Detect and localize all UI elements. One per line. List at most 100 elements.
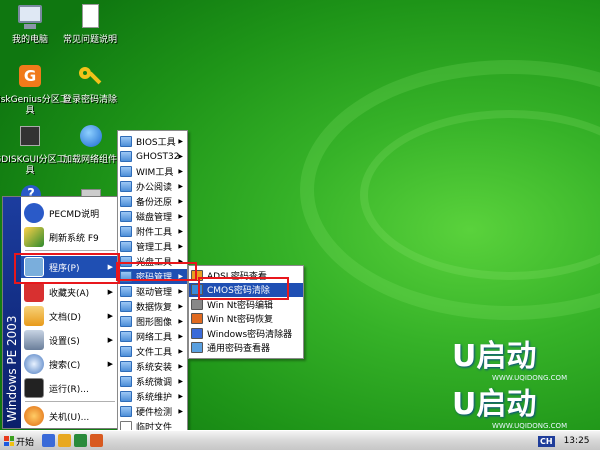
submenu-arrow-icon: ▶ — [178, 168, 183, 175]
folder-icon — [120, 181, 132, 192]
desktop-icon-login-password[interactable]: 登录密码清除 — [50, 63, 130, 106]
computer-icon — [15, 3, 45, 33]
start-menu-banner: Windows PE 2003 — [3, 197, 21, 428]
key-icon — [75, 63, 105, 93]
programs-item[interactable]: 办公阅读 ▶ — [118, 179, 187, 194]
submenu-arrow-icon: ▶ — [178, 378, 183, 385]
shutdown-icon — [24, 406, 44, 426]
app-icon — [191, 327, 203, 339]
folder-icon — [120, 376, 132, 387]
programs-item[interactable]: 磁盘管理 ▶ — [118, 209, 187, 224]
programs-item[interactable]: 附件工具 ▶ — [118, 224, 187, 239]
help-icon — [24, 203, 44, 223]
folder-icon — [120, 361, 132, 372]
start-menu: Windows PE 2003 PECMD说明 刷新系统 F9 程序(P) ▶ … — [2, 196, 119, 429]
programs-item[interactable]: 硬件检测 ▶ — [118, 404, 187, 419]
submenu-arrow-icon: ▶ — [178, 318, 183, 325]
submenu-arrow-icon: ▶ — [178, 288, 183, 295]
programs-submenu: BIOS工具 ▶ GHOST32 ▶ WIM工具 ▶ 办公阅读 ▶ 备份还原 ▶ 磁盘管理 ▶ 附件工具… — [117, 130, 188, 448]
quicklaunch-tool-icon[interactable] — [74, 434, 87, 447]
start-item-documents[interactable]: 文档(D) ▶ — [21, 305, 119, 327]
submenu-arrow-icon: ▶ — [178, 393, 183, 400]
brush-icon — [24, 227, 44, 247]
programs-item[interactable]: 备份还原 ▶ — [118, 194, 187, 209]
search-icon — [24, 354, 44, 374]
gdisk-icon — [15, 123, 45, 153]
run-icon — [24, 378, 44, 398]
programs-item[interactable]: 系统微调 ▶ — [118, 374, 187, 389]
password-tool-item[interactable]: Windows密码清除器 — [189, 326, 303, 340]
language-indicator[interactable]: CH — [538, 435, 555, 447]
brand-logo: U启动 WWW.UQIDONG.COM — [452, 387, 568, 431]
submenu-arrow-icon: ▶ — [107, 288, 113, 296]
start-item-settings[interactable]: 设置(S) ▶ — [21, 329, 119, 351]
document-icon — [75, 3, 105, 33]
start-item-shutdown[interactable]: 关机(U)... — [21, 405, 119, 427]
programs-item[interactable]: BIOS工具 ▶ — [118, 134, 187, 149]
folder-icon — [120, 316, 132, 327]
start-item-search[interactable]: 搜索(C) ▶ — [21, 353, 119, 375]
folder-icon — [120, 301, 132, 312]
submenu-arrow-icon: ▶ — [178, 333, 183, 340]
password-tool-item[interactable]: 通用密码查看器 — [189, 341, 303, 355]
folder-icon — [120, 241, 132, 252]
start-button[interactable]: 开始 — [2, 433, 36, 449]
folder-icon — [120, 286, 132, 297]
submenu-arrow-icon: ▶ — [107, 360, 113, 368]
quicklaunch-app-icon[interactable] — [90, 434, 103, 447]
folder-icon — [120, 331, 132, 342]
programs-item[interactable]: 文件工具 ▶ — [118, 344, 187, 359]
password-tool-item[interactable]: Win Nt密码恢复 — [189, 312, 303, 326]
clock: 13:25 — [563, 436, 590, 446]
folder-icon — [120, 211, 132, 222]
submenu-arrow-icon: ▶ — [178, 213, 183, 220]
desktop-icon-faq[interactable]: 常见问题说明 — [50, 3, 130, 46]
submenu-arrow-icon: ▶ — [178, 363, 183, 370]
submenu-arrow-icon: ▶ — [178, 303, 183, 310]
folder-icon — [120, 406, 132, 417]
callout-programs — [14, 253, 120, 284]
submenu-arrow-icon: ▶ — [178, 243, 183, 250]
windows-flag-icon — [4, 436, 14, 446]
submenu-arrow-icon: ▶ — [178, 153, 183, 160]
programs-item[interactable]: 管理工具 ▶ — [118, 239, 187, 254]
callout-cmos-clear — [198, 277, 289, 300]
start-item-refresh[interactable]: 刷新系统 F9 — [21, 226, 119, 248]
submenu-arrow-icon: ▶ — [178, 138, 183, 145]
start-item-pecmd[interactable]: PECMD说明 — [21, 202, 119, 224]
submenu-arrow-icon: ▶ — [107, 312, 113, 320]
quicklaunch-folder-icon[interactable] — [58, 434, 71, 447]
programs-item[interactable]: 网络工具 ▶ — [118, 329, 187, 344]
folder-icon — [120, 136, 132, 147]
settings-icon — [24, 330, 44, 350]
programs-item[interactable]: GHOST32 ▶ — [118, 149, 187, 164]
programs-item[interactable]: 驱动管理 ▶ — [118, 284, 187, 299]
brand-logo: U启动 WWW.UQIDONG.COM — [452, 339, 568, 383]
programs-item[interactable]: WIM工具 ▶ — [118, 164, 187, 179]
programs-item[interactable]: 系统安装 ▶ — [118, 359, 187, 374]
submenu-arrow-icon: ▶ — [178, 408, 183, 415]
start-menu-divider — [25, 250, 115, 251]
programs-item[interactable]: 数据恢复 ▶ — [118, 299, 187, 314]
submenu-arrow-icon: ▶ — [107, 336, 113, 344]
diskgenius-icon: G — [15, 63, 45, 93]
documents-icon — [24, 306, 44, 326]
app-icon — [191, 298, 203, 310]
submenu-arrow-icon: ▶ — [178, 348, 183, 355]
start-item-favorites[interactable]: 收藏夹(A) ▶ — [21, 281, 119, 303]
programs-item[interactable]: 系统维护 ▶ — [118, 389, 187, 404]
globe-icon — [75, 123, 105, 153]
submenu-arrow-icon: ▶ — [178, 198, 183, 205]
quicklaunch-desktop-icon[interactable] — [42, 434, 55, 447]
submenu-arrow-icon: ▶ — [178, 183, 183, 190]
app-icon — [191, 313, 203, 324]
folder-icon — [120, 196, 132, 207]
start-menu-divider — [25, 401, 115, 402]
folder-icon — [120, 346, 132, 357]
programs-item[interactable]: 图形图像 ▶ — [118, 314, 187, 329]
folder-icon — [120, 391, 132, 402]
start-item-run[interactable]: 运行(R)... — [21, 377, 119, 399]
favorites-icon — [24, 282, 44, 302]
callout-password-manager — [116, 262, 197, 281]
taskbar: 开始 CH 13:25 — [0, 430, 600, 450]
